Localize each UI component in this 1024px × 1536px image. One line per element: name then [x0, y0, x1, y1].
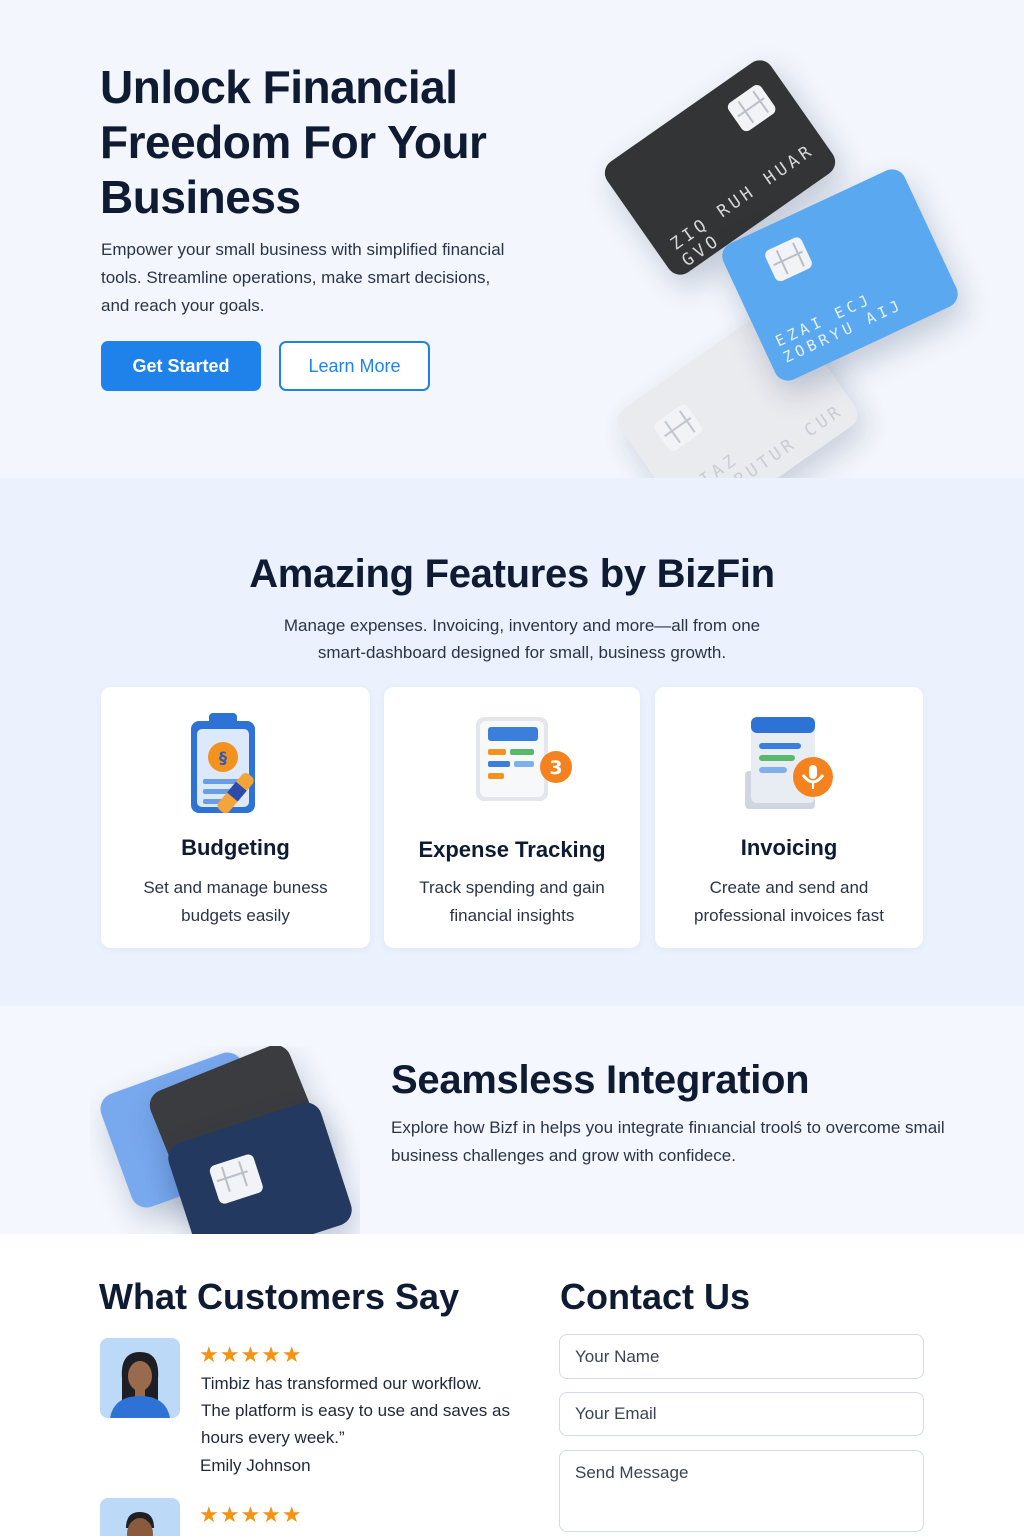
feature-card-budgeting[interactable]: § Budgeting Set and manage buness budget…	[101, 687, 370, 948]
rating-stars: ★★★★★	[199, 1342, 303, 1367]
feature-card-invoicing[interactable]: Invoicing Create and send and profession…	[655, 687, 923, 948]
features-section: Amazing Features by BizFin Manage expens…	[0, 478, 1024, 1006]
features-subtitle: Manage expenses. Invoicing, inventory an…	[283, 616, 761, 662]
hero-cards-illustration: OIAZ RUHRUTUR CUR ZIQ RUH HUAR GVO EZAI …	[580, 40, 980, 540]
integration-title: Seamsless Integration	[391, 1058, 810, 1102]
card-chip-icon	[725, 82, 778, 134]
get-started-button[interactable]: Get Started	[101, 341, 261, 391]
testimonial-author: Emily Johnson	[200, 1456, 311, 1475]
name-field[interactable]	[559, 1334, 924, 1379]
card-chip-icon	[763, 235, 814, 284]
invoice-icon	[745, 717, 833, 809]
testimonials-contact-section: What Customers Say ★★★★★ Timbiz has tran…	[0, 1234, 1024, 1536]
integration-section: Seamsless Integration Explore how Bizf i…	[0, 1006, 1024, 1236]
feature-description: Set and manage buness budgets easily	[143, 878, 328, 925]
email-field[interactable]	[559, 1392, 924, 1436]
clipboard-icon: §	[191, 713, 255, 814]
hero-subtitle: Empower your small business with simplif…	[101, 240, 505, 315]
card-chip-icon	[208, 1152, 265, 1206]
feature-description: Track spending and gain financial insigh…	[419, 878, 605, 925]
feature-title: Budgeting	[181, 835, 290, 860]
features-title: Amazing Features by BizFin	[249, 552, 775, 596]
receipt-icon: 3	[476, 717, 572, 801]
rating-stars: ★★★★★	[199, 1502, 303, 1527]
feature-card-expense-tracking[interactable]: 3 Expense Tracking Track spending and ga…	[384, 687, 640, 948]
integration-cards-illustration	[90, 1046, 360, 1236]
testimonials-title: What Customers Say	[99, 1276, 460, 1317]
avatar	[100, 1338, 180, 1418]
hero-section: Unlock Financial Freedom For Your Busine…	[0, 0, 1024, 536]
feature-title: Expense Tracking	[418, 837, 606, 862]
hero-title: Unlock Financial Freedom For Your Busine…	[100, 61, 487, 223]
person-icon	[126, 1512, 154, 1536]
svg-text:3: 3	[549, 757, 562, 779]
message-field[interactable]	[559, 1450, 924, 1532]
svg-text:§: §	[219, 748, 227, 767]
card-chip-icon	[652, 402, 705, 454]
feature-description: Create and send and professional invoice…	[694, 878, 884, 925]
avatar	[100, 1498, 180, 1536]
testimonial-quote: Timbiz has transformed our workflow. The…	[201, 1374, 510, 1447]
person-icon	[110, 1352, 170, 1418]
learn-more-button[interactable]: Learn More	[279, 341, 430, 391]
integration-subtitle: Explore how Bizf in helps you integrate …	[391, 1118, 945, 1165]
feature-title: Invoicing	[740, 835, 838, 860]
contact-title: Contact Us	[560, 1276, 751, 1317]
